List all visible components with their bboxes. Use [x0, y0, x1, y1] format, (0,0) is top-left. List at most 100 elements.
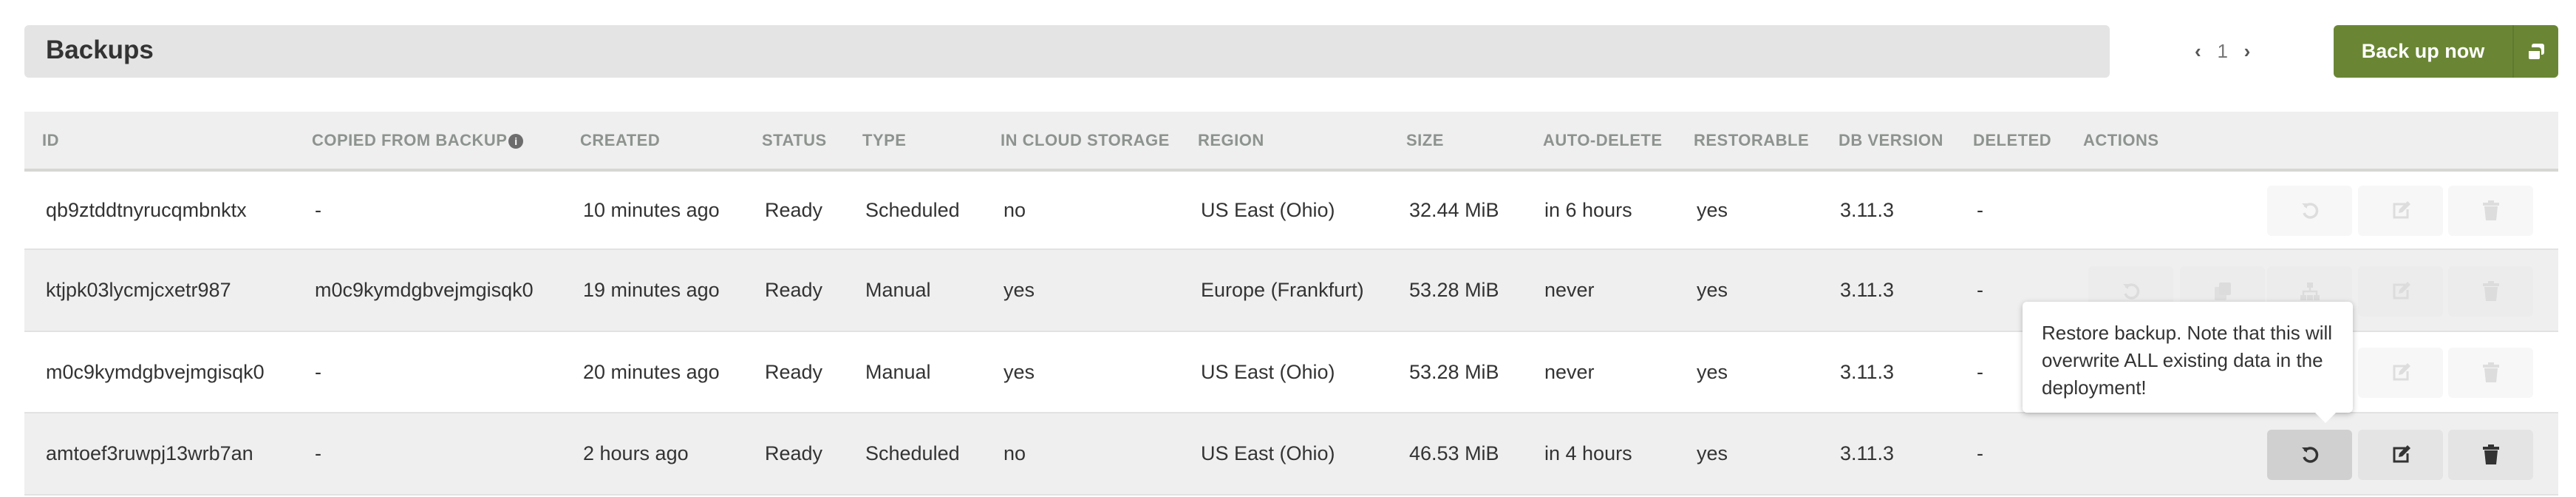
cell-restorable: yes: [1697, 198, 1728, 221]
column-header-db-version: DB VERSION: [1839, 112, 1943, 169]
column-header-label: COPIED FROM BACKUP: [312, 131, 508, 149]
chevron-right-icon[interactable]: ›: [2244, 40, 2251, 63]
back-up-now-button[interactable]: Back up now: [2334, 25, 2558, 78]
edit-icon: [2391, 281, 2411, 302]
cell-created: 20 minutes ago: [583, 360, 720, 383]
edit-icon: [2391, 362, 2411, 383]
cell-deleted: -: [1977, 360, 1983, 383]
trash-button[interactable]: [2448, 348, 2533, 398]
cell-db-version: 3.11.3: [1840, 442, 1895, 464]
edit-button[interactable]: [2358, 186, 2443, 236]
cell-region: Europe (Frankfurt): [1201, 279, 1364, 301]
cell-type: Manual: [865, 360, 931, 383]
restore-button[interactable]: [2267, 186, 2352, 236]
column-header-label: AUTO-DELETE: [1543, 131, 1663, 149]
copy-icon: [2212, 281, 2233, 302]
sitemap-icon: [2299, 281, 2321, 302]
cell-size: 53.28 MiB: [1409, 360, 1499, 383]
cell-region: US East (Ohio): [1201, 360, 1335, 383]
column-header-label: ACTIONS: [2083, 131, 2159, 149]
column-header-actions: ACTIONS: [2083, 112, 2159, 169]
cell-region: US East (Ohio): [1201, 442, 1335, 464]
edit-button[interactable]: [2358, 266, 2443, 317]
trash-icon: [2482, 200, 2500, 221]
cell-auto-delete: in 4 hours: [1544, 442, 1632, 464]
column-header-region: REGION: [1198, 112, 1264, 169]
restore-icon: [2300, 444, 2320, 465]
cell-type: Scheduled: [865, 198, 960, 221]
info-icon[interactable]: i: [508, 134, 524, 149]
cell-cloud: yes: [1004, 279, 1035, 301]
trash-button[interactable]: [2448, 430, 2533, 480]
column-header-label: DB VERSION: [1839, 131, 1943, 149]
edit-button[interactable]: [2358, 348, 2443, 398]
trash-icon: [2482, 444, 2500, 465]
cell-deleted: -: [1977, 279, 1983, 301]
column-header-label: RESTORABLE: [1694, 131, 1810, 149]
column-header-label: CREATED: [580, 131, 661, 149]
restore-button[interactable]: [2267, 430, 2352, 480]
column-header-label: IN CLOUD STORAGE: [1001, 131, 1170, 149]
cell-restorable: yes: [1697, 279, 1728, 301]
cell-id: qb9ztddtnyrucqmbnktx: [46, 198, 247, 221]
cell-cloud: no: [1004, 198, 1026, 221]
column-header-label: TYPE: [862, 131, 907, 149]
cell-status: Ready: [765, 279, 823, 301]
chevron-left-icon[interactable]: ‹: [2195, 40, 2201, 63]
column-header-label: DELETED: [1973, 131, 2052, 149]
page-title: Backups: [46, 36, 154, 64]
cell-created: 10 minutes ago: [583, 198, 720, 221]
edit-icon: [2391, 200, 2411, 221]
trash-icon: [2482, 362, 2500, 383]
cell-restorable: yes: [1697, 360, 1728, 383]
trash-button[interactable]: [2448, 186, 2533, 236]
restore-icon: [2300, 200, 2320, 221]
cell-cloud: no: [1004, 442, 1026, 464]
column-header-label: STATUS: [762, 131, 827, 149]
cell-size: 46.53 MiB: [1409, 442, 1499, 464]
column-header-status: STATUS: [762, 112, 827, 169]
column-header-size: SIZE: [1406, 112, 1444, 169]
cell-copied: -: [315, 198, 321, 221]
cell-copied: -: [315, 442, 321, 464]
cell-copied: -: [315, 360, 321, 383]
table-row: qb9ztddtnyrucqmbnktx - 10 minutes ago Ready…: [24, 172, 2558, 250]
column-header-in-cloud-storage: IN CLOUD STORAGE: [1001, 112, 1170, 169]
trash-icon: [2482, 281, 2500, 302]
cell-region: US East (Ohio): [1201, 198, 1335, 221]
column-header-copied-from-backup: COPIED FROM BACKUP i: [312, 112, 524, 169]
cell-status: Ready: [765, 198, 823, 221]
edit-button[interactable]: [2358, 430, 2443, 480]
column-header-type: TYPE: [862, 112, 906, 169]
cell-status: Ready: [765, 442, 823, 464]
cell-created: 19 minutes ago: [583, 279, 720, 301]
page-number[interactable]: 1: [2208, 35, 2237, 68]
copy-icon: [2512, 25, 2558, 78]
table-row: amtoef3ruwpj13wrb7an - 2 hours ago Ready Sch…: [24, 413, 2558, 496]
column-header-restorable: RESTORABLE: [1694, 112, 1809, 169]
column-header-deleted: DELETED: [1973, 112, 2051, 169]
cell-id: m0c9kymdgbvejmgisqk0: [46, 360, 265, 383]
column-header-auto-delete: AUTO-DELETE: [1543, 112, 1663, 169]
edit-icon: [2391, 444, 2411, 465]
cell-type: Scheduled: [865, 442, 960, 464]
cell-auto-delete: never: [1544, 279, 1595, 301]
cell-cloud: yes: [1004, 360, 1035, 383]
cell-auto-delete: never: [1544, 360, 1595, 383]
cell-restorable: yes: [1697, 442, 1728, 464]
restore-tooltip: Restore backup. Note that this will over…: [2023, 302, 2353, 423]
column-header-created: CREATED: [580, 112, 660, 169]
table-header: ID COPIED FROM BACKUP i CREATED STATUS TYPE IN…: [24, 112, 2558, 172]
cell-db-version: 3.11.3: [1840, 360, 1895, 383]
cell-size: 53.28 MiB: [1409, 279, 1499, 301]
cell-status: Ready: [765, 360, 823, 383]
back-up-now-label: Back up now: [2361, 40, 2485, 62]
backups-header-bar: Backups ‹ 1 ›: [24, 25, 2250, 78]
cell-deleted: -: [1977, 198, 1983, 221]
column-header-label: SIZE: [1406, 131, 1444, 149]
cell-id: amtoef3ruwpj13wrb7an: [46, 442, 253, 464]
column-header-id: ID: [42, 112, 59, 169]
cell-db-version: 3.11.3: [1840, 279, 1895, 301]
trash-button[interactable]: [2448, 266, 2533, 317]
restore-icon: [2121, 281, 2141, 302]
